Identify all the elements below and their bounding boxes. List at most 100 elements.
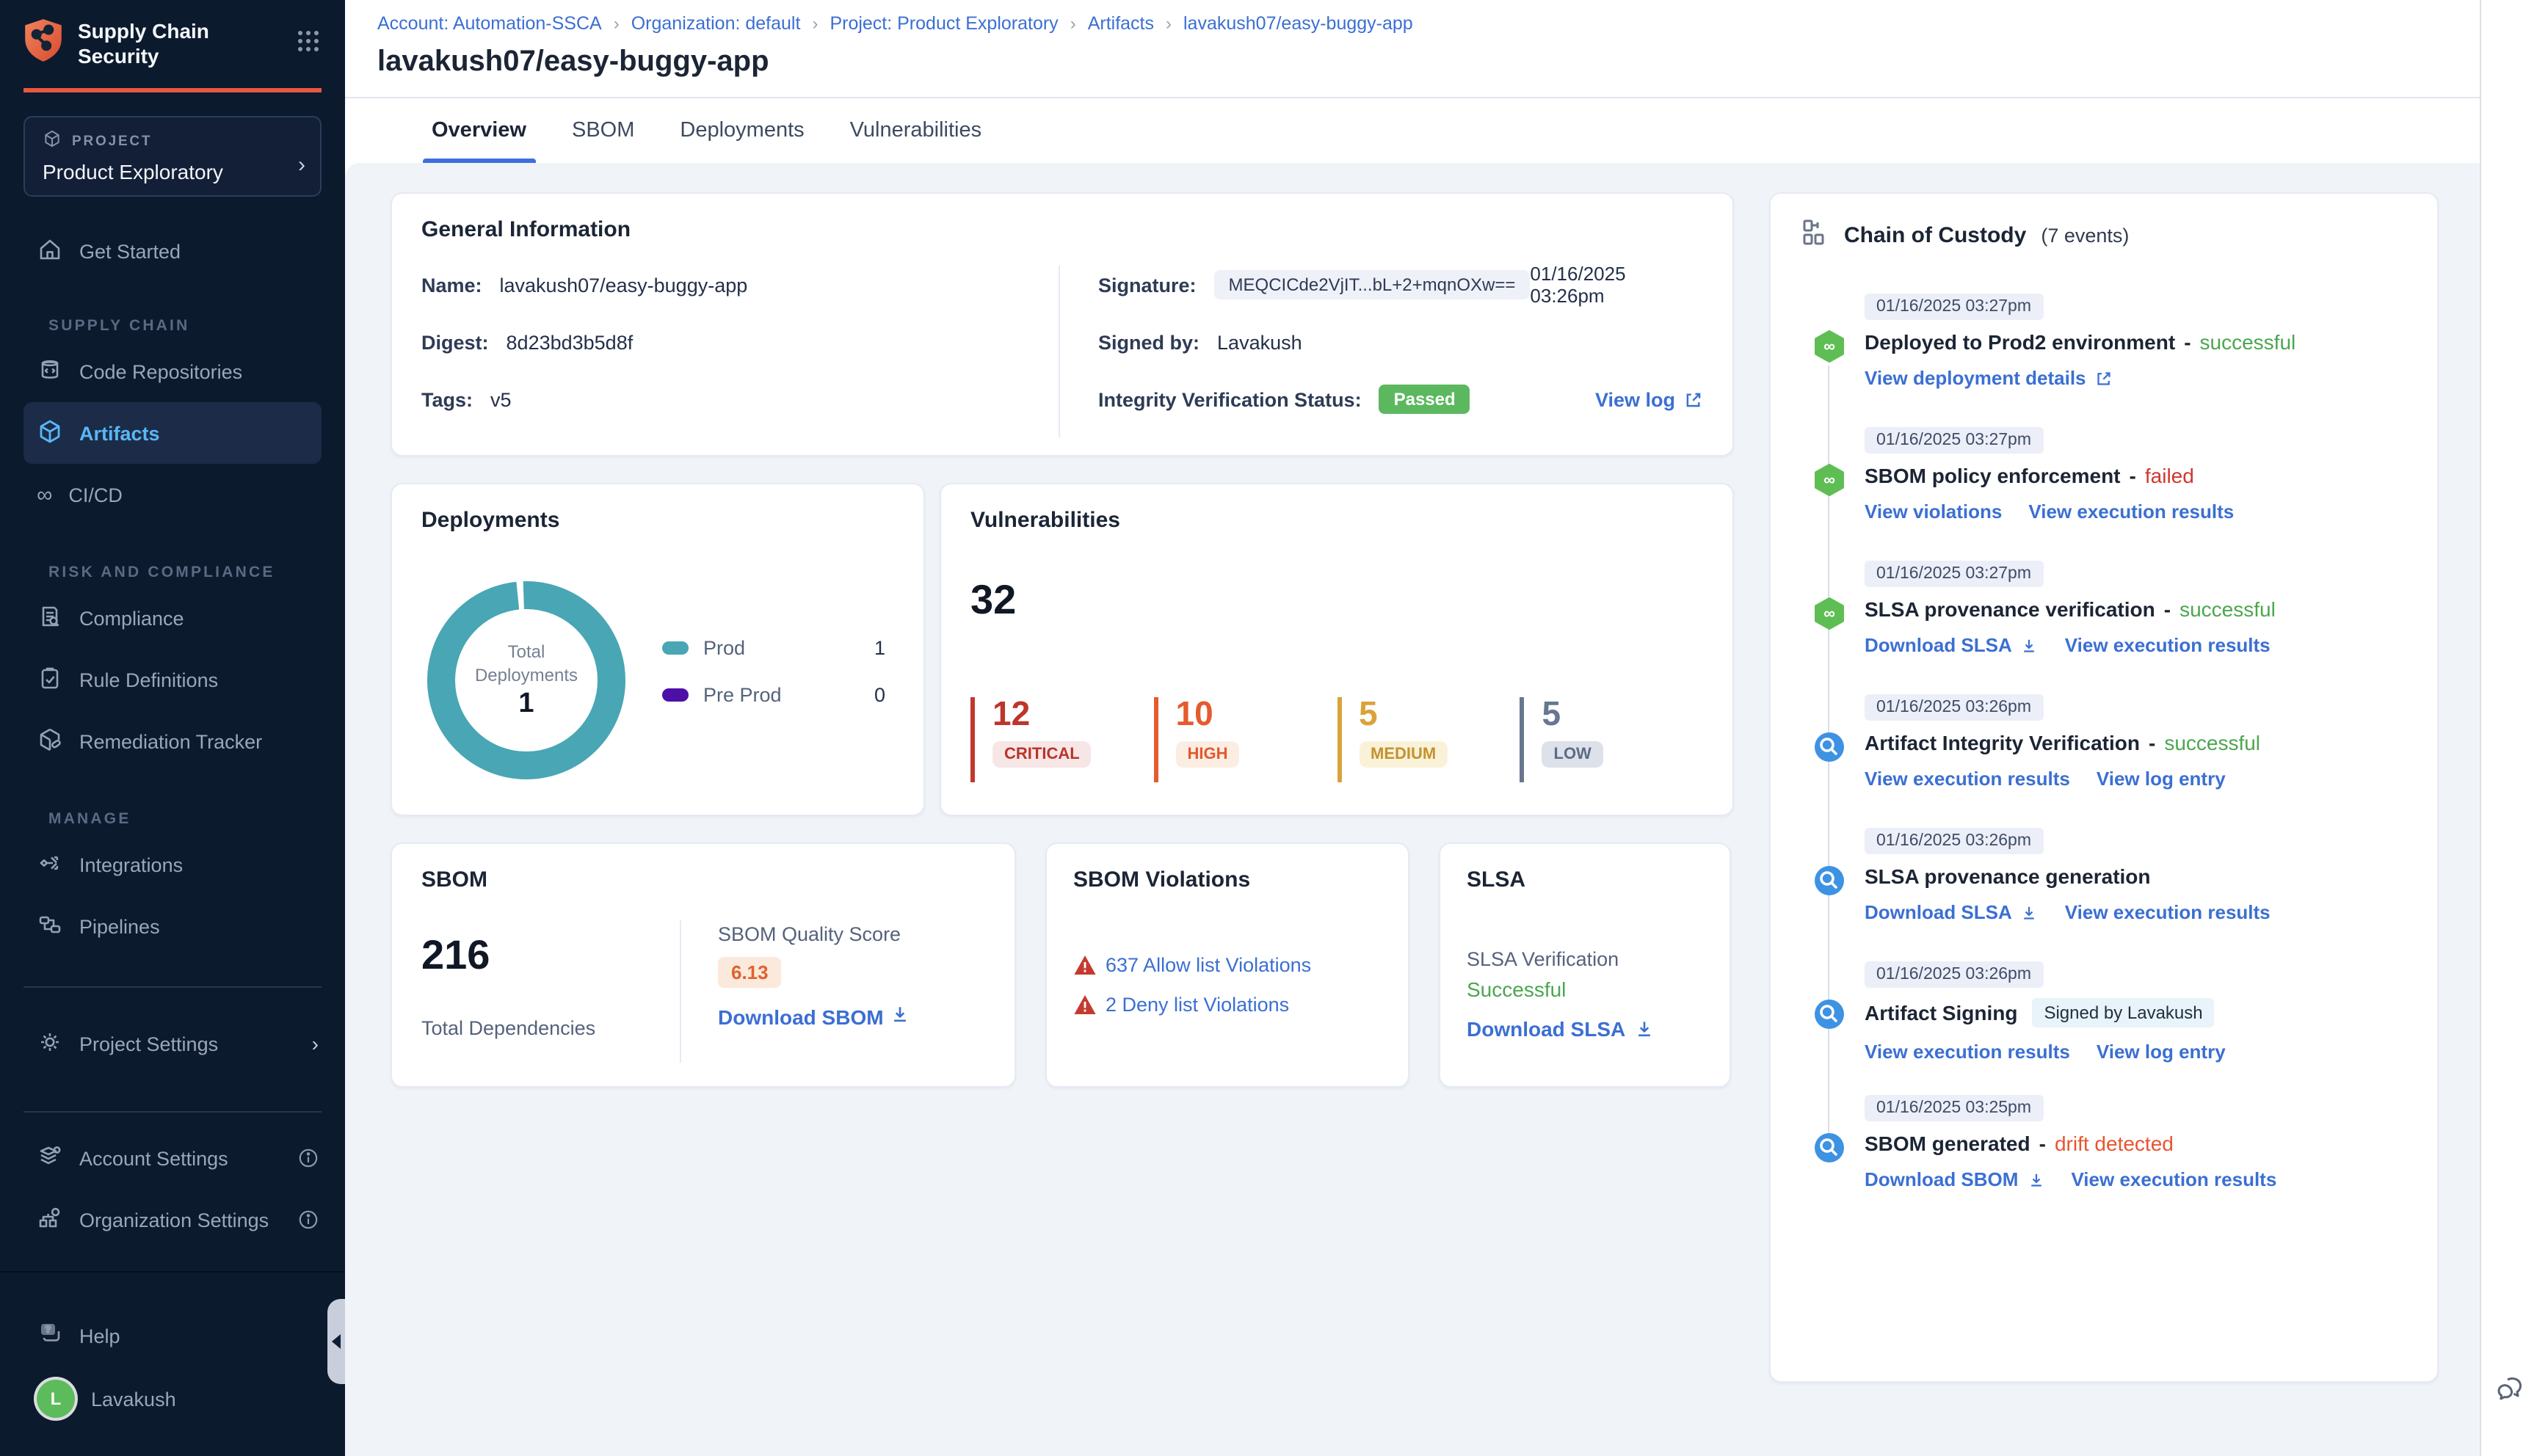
breadcrumb-artifacts[interactable]: Artifacts bbox=[1088, 13, 1154, 34]
sidebar-item-artifacts[interactable]: Artifacts bbox=[23, 402, 322, 464]
module-grid-icon[interactable] bbox=[295, 27, 322, 61]
view-execution-results-link[interactable]: View execution results bbox=[1865, 1041, 2070, 1063]
document-search-icon bbox=[37, 603, 63, 633]
signature-value-chip[interactable]: MEQCICde2VjIT...bL+2+mqnOXw== bbox=[1213, 270, 1531, 299]
cube-icon bbox=[43, 129, 62, 153]
view-execution-results-link[interactable]: View execution results bbox=[2071, 1168, 2276, 1190]
divider bbox=[680, 920, 681, 1063]
card-title: SLSA bbox=[1467, 867, 1526, 892]
sidebar-item-pipelines[interactable]: Pipelines bbox=[0, 895, 345, 957]
artifacts-cube-icon bbox=[37, 418, 63, 448]
overview-content: General Information Name: lavakush07/eas… bbox=[345, 163, 2480, 1456]
project-name: Product Exploratory bbox=[43, 160, 223, 183]
help-button[interactable]: ? Help bbox=[0, 1305, 345, 1366]
help-chat-icon: ? bbox=[37, 1319, 63, 1353]
sidebar-item-cicd[interactable]: ∞ CI/CD bbox=[0, 464, 345, 525]
breadcrumb-separator: › bbox=[1166, 13, 1172, 34]
sidebar-item-compliance[interactable]: Compliance bbox=[0, 587, 345, 649]
sidebar-collapse-handle[interactable] bbox=[327, 1299, 345, 1384]
integrity-status-label: Integrity Verification Status: bbox=[1098, 388, 1362, 410]
legend-item-pre-prod[interactable]: Pre Prod 0 bbox=[662, 684, 885, 706]
event-title: Deployed to Prod2 environment bbox=[1865, 330, 2176, 354]
view-execution-results-link[interactable]: View execution results bbox=[2065, 634, 2271, 656]
sidebar-item-organization-settings[interactable]: Organization Settings bbox=[0, 1189, 345, 1251]
signature-label: Signature: bbox=[1098, 274, 1197, 296]
harness-pipeline-icon: ∞ bbox=[1812, 596, 1847, 631]
breadcrumb-current[interactable]: lavakush07/easy-buggy-app bbox=[1183, 13, 1413, 34]
sidebar-item-project-settings[interactable]: Project Settings › bbox=[0, 1013, 345, 1074]
view-log-entry-link[interactable]: View log entry bbox=[2097, 768, 2226, 790]
tags-label: Tags: bbox=[421, 388, 473, 410]
info-icon bbox=[298, 1148, 324, 1168]
info-icon bbox=[298, 1209, 324, 1230]
timeline-event: ∞ 01/16/2025 03:27pm SBOM policy enforce… bbox=[1800, 426, 2408, 531]
download-slsa-link[interactable]: Download SLSA bbox=[1865, 634, 2039, 656]
page-title: lavakush07/easy-buggy-app bbox=[377, 46, 769, 78]
chevron-right-icon: › bbox=[298, 153, 305, 178]
deny-list-violations-link[interactable]: 2 Deny list Violations bbox=[1073, 994, 1382, 1016]
download-sbom-link[interactable]: Download SBOM bbox=[718, 1004, 910, 1029]
sidebar-item-remediation-tracker[interactable]: Remediation Tracker bbox=[0, 710, 345, 772]
deployments-donut-chart: Total Deployments 1 bbox=[423, 577, 630, 784]
avatar: L bbox=[37, 1380, 75, 1418]
view-execution-results-link[interactable]: View execution results bbox=[1865, 768, 2070, 790]
deployments-legend: Prod 1 Pre Prod 0 bbox=[662, 637, 885, 706]
sidebar-item-get-started[interactable]: Get Started bbox=[0, 220, 345, 282]
total-dependencies-label: Total Dependencies bbox=[421, 1017, 596, 1039]
view-violations-link[interactable]: View violations bbox=[1865, 500, 2002, 523]
infinity-icon: ∞ bbox=[37, 482, 53, 507]
svg-text:∞: ∞ bbox=[1823, 604, 1835, 622]
event-timestamp: 01/16/2025 03:27pm bbox=[1865, 427, 2044, 454]
tab-sbom[interactable]: SBOM bbox=[569, 98, 637, 163]
event-title: SLSA provenance generation bbox=[1865, 864, 2151, 888]
nav-divider bbox=[23, 986, 322, 988]
harness-pipeline-icon: ∞ bbox=[1812, 462, 1847, 498]
view-execution-results-link[interactable]: View execution results bbox=[2065, 901, 2271, 923]
view-execution-results-link[interactable]: View execution results bbox=[2028, 500, 2234, 523]
tab-deployments[interactable]: Deployments bbox=[677, 98, 807, 163]
right-rail bbox=[2480, 0, 2537, 1456]
event-timestamp: 01/16/2025 03:26pm bbox=[1865, 828, 2044, 854]
user-menu[interactable]: L Lavakush bbox=[0, 1369, 345, 1428]
tab-overview[interactable]: Overview bbox=[423, 98, 534, 163]
severity-high: 10 HIGH bbox=[1153, 696, 1338, 782]
allow-list-violations-link[interactable]: 637 Allow list Violations bbox=[1073, 954, 1382, 976]
breadcrumb-account[interactable]: Account: Automation-SSCA bbox=[377, 13, 602, 34]
chevron-right-icon: › bbox=[311, 1032, 319, 1055]
nav-divider bbox=[23, 1111, 322, 1113]
download-slsa-link[interactable]: Download SLSA bbox=[1865, 901, 2039, 923]
artifact-scan-icon bbox=[1812, 1130, 1847, 1165]
tab-vulnerabilities[interactable]: Vulnerabilities bbox=[847, 98, 984, 163]
tab-bar: Overview SBOM Deployments Vulnerabilitie… bbox=[345, 98, 2480, 163]
event-timestamp: 01/16/2025 03:26pm bbox=[1865, 694, 2044, 721]
shield-logo-icon bbox=[23, 18, 63, 70]
view-log-entry-link[interactable]: View log entry bbox=[2097, 1041, 2226, 1063]
legend-item-prod[interactable]: Prod 1 bbox=[662, 637, 885, 659]
artifact-scan-icon bbox=[1812, 997, 1847, 1032]
artifact-tags: v5 bbox=[490, 388, 512, 410]
section-manage: MANAGE bbox=[48, 810, 131, 828]
sidebar-item-code-repositories[interactable]: Code Repositories bbox=[0, 341, 345, 402]
download-sbom-link[interactable]: Download SBOM bbox=[1865, 1168, 2044, 1190]
timeline-event: ∞ 01/16/2025 03:27pm SLSA provenance ver… bbox=[1800, 559, 2408, 665]
view-deployment-details-link[interactable]: View deployment details bbox=[1865, 367, 2113, 389]
breadcrumb-project[interactable]: Project: Product Exploratory bbox=[830, 13, 1058, 34]
chain-of-custody-card: Chain of Custody (7 events) ∞ 01/16/2025… bbox=[1769, 192, 2439, 1383]
card-title: Vulnerabilities bbox=[970, 508, 1120, 533]
sidebar: Supply Chain Security PROJECT Product Ex… bbox=[0, 0, 345, 1456]
breadcrumb-organization[interactable]: Organization: default bbox=[631, 13, 801, 34]
download-slsa-link[interactable]: Download SLSA bbox=[1467, 1017, 1703, 1041]
download-icon bbox=[893, 1007, 906, 1022]
layers-gear-icon bbox=[37, 1143, 63, 1173]
sidebar-item-integrations[interactable]: Integrations bbox=[0, 834, 345, 895]
feedback-chat-icon[interactable] bbox=[2493, 1372, 2525, 1412]
external-link-icon bbox=[1686, 392, 1701, 407]
artifact-scan-icon bbox=[1812, 729, 1847, 765]
svg-text:∞: ∞ bbox=[1823, 470, 1835, 489]
view-log-link[interactable]: View log bbox=[1595, 388, 1703, 410]
sidebar-item-account-settings[interactable]: Account Settings bbox=[0, 1127, 345, 1189]
sidebar-item-rule-definitions[interactable]: Rule Definitions bbox=[0, 649, 345, 710]
sidebar-footer: ? Help L Lavakush bbox=[0, 1271, 345, 1456]
project-selector[interactable]: PROJECT Product Exploratory › bbox=[23, 116, 322, 197]
event-title: Artifact Integrity Verification bbox=[1865, 731, 2140, 754]
